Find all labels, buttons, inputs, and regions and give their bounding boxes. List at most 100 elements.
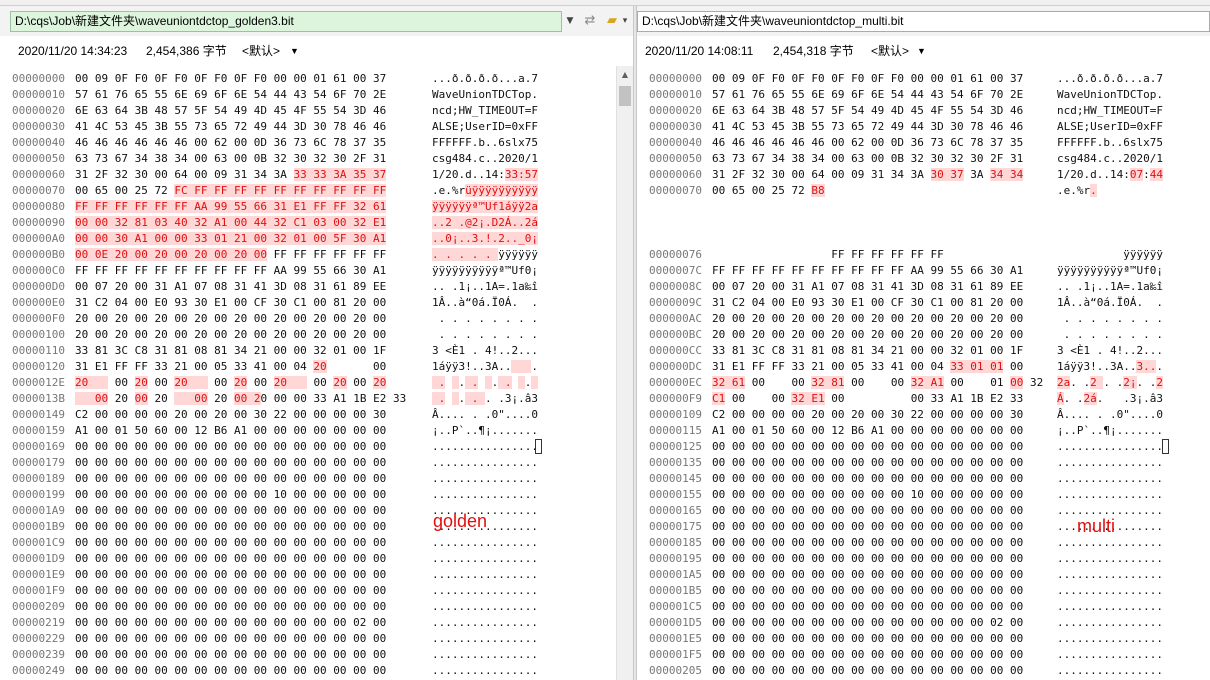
- encoding-chevron-icon[interactable]: ▼: [917, 38, 926, 64]
- row-ascii[interactable]: 3 <È1 . 4!..2...: [1057, 343, 1163, 359]
- scrollbar-thumb[interactable]: [619, 86, 631, 106]
- row-hex-bytes[interactable]: 00 00 00 00 00 00 00 00 00 00 00 00 00 0…: [712, 567, 1023, 583]
- row-hex-bytes[interactable]: 00 09 0F F0 0F F0 0F F0 0F F0 00 00 01 6…: [712, 71, 1023, 87]
- row-ascii[interactable]: ................: [1057, 487, 1163, 503]
- hex-row[interactable]: 00000010 57 61 76 65 55 6E 69 6F 6E 54 44…: [637, 87, 1210, 103]
- row-hex-bytes[interactable]: 00 00 00 00 00 00 00 00 00 00 00 00 00 0…: [75, 583, 386, 599]
- row-hex-bytes[interactable]: 00 0E 20 00 20 00 20 00 20 00 FF FF FF F…: [75, 247, 386, 263]
- row-hex-bytes[interactable]: 00 00 00 00 00 00 00 00 00 00 00 00 00 0…: [712, 631, 1023, 647]
- row-hex-bytes[interactable]: 32 61 00 00 32 81 00 00 32 A1 00 01 00 3…: [712, 375, 1043, 391]
- row-hex-bytes[interactable]: 00 00 30 A1 00 00 33 01 21 00 32 01 00 5…: [75, 231, 387, 247]
- row-ascii[interactable]: ÿÿÿÿÿÿª™Uf1áÿÿ2a: [432, 199, 538, 215]
- row-ascii[interactable]: ................: [432, 567, 538, 583]
- row-ascii[interactable]: Â.... . .0"....0: [1057, 407, 1163, 423]
- row-hex-bytes[interactable]: 00 00 00 00 00 00 00 00 00 00 00 00 00 0…: [712, 503, 1023, 519]
- hex-row[interactable]: 000000A0 00 00 30 A1 00 00 33 01 21 00 32…: [0, 231, 633, 247]
- hex-row[interactable]: 00000000 00 09 0F F0 0F F0 0F F0 0F F0 00…: [0, 71, 633, 87]
- row-ascii[interactable]: ................: [432, 599, 538, 615]
- row-ascii[interactable]: FFFFFF.b..6slx75: [432, 135, 538, 151]
- row-hex-bytes[interactable]: 00 00 00 00 00 00 00 00 00 00 00 00 00 0…: [75, 551, 386, 567]
- hex-row[interactable]: 000001C5 00 00 00 00 00 00 00 00 00 00 00…: [637, 599, 1210, 615]
- hex-row[interactable]: 00000100 20 00 20 00 20 00 20 00 20 00 20…: [0, 327, 633, 343]
- right-encoding-select[interactable]: <默认>: [871, 38, 909, 64]
- row-hex-bytes[interactable]: 00 00 00 00 00 00 00 00 00 00 00 00 00 0…: [75, 455, 386, 471]
- row-hex-bytes[interactable]: 00 00 00 00 00 00 00 00 00 00 00 00 00 0…: [75, 615, 386, 631]
- hex-row[interactable]: 00000155 00 00 00 00 00 00 00 00 00 00 10…: [637, 487, 1210, 503]
- row-hex-bytes[interactable]: 00 00 32 81 03 40 32 A1 00 44 32 C1 03 0…: [75, 215, 387, 231]
- hex-row[interactable]: 000000C0 FF FF FF FF FF FF FF FF FF FF AA…: [0, 263, 633, 279]
- row-hex-bytes[interactable]: 00 00 00 00 00 00 00 00 00 00 00 00 00 0…: [75, 599, 386, 615]
- row-ascii[interactable]: ÿÿÿÿÿÿÿÿÿÿª™Uf0¡: [1057, 263, 1163, 279]
- hex-row[interactable]: 00000125 00 00 00 00 00 00 00 00 00 00 00…: [637, 439, 1210, 455]
- hex-row[interactable]: 00000189 00 00 00 00 00 00 00 00 00 00 00…: [0, 471, 633, 487]
- row-hex-bytes[interactable]: FF FF FF FF FF FF AA 99 55 66 31 E1 FF F…: [75, 199, 387, 215]
- row-hex-bytes[interactable]: A1 00 01 50 60 00 12 B6 A1 00 00 00 00 0…: [75, 423, 386, 439]
- row-ascii[interactable]: 1Â..à“0á.Ï0Á. .: [1057, 295, 1163, 311]
- hex-row[interactable]: 00000110 33 81 3C C8 31 81 08 81 34 21 00…: [0, 343, 633, 359]
- row-ascii[interactable]: ................: [1057, 551, 1163, 567]
- hex-row[interactable]: 000000B0 00 0E 20 00 20 00 20 00 20 00 FF…: [0, 247, 633, 263]
- hex-row[interactable]: [637, 199, 1210, 215]
- hex-row[interactable]: 000000E0 31 C2 04 00 E0 93 30 E1 00 CF 30…: [0, 295, 633, 311]
- row-hex-bytes[interactable]: 00 00 00 00 00 00 00 00 00 00 00 00 00 0…: [712, 551, 1023, 567]
- hex-row[interactable]: 000000DC 31 E1 FF FF 33 21 00 05 33 41 00…: [637, 359, 1210, 375]
- hex-row[interactable]: 00000185 00 00 00 00 00 00 00 00 00 00 00…: [637, 535, 1210, 551]
- row-ascii[interactable]: ................: [432, 631, 538, 647]
- hex-row[interactable]: 00000050 63 73 67 34 38 34 00 63 00 0B 32…: [0, 151, 633, 167]
- row-hex-bytes[interactable]: 20 00 20 00 20 00 20 00 20 00 20 00 20 0…: [75, 327, 386, 343]
- hex-row[interactable]: 000000BC 20 00 20 00 20 00 20 00 20 00 20…: [637, 327, 1210, 343]
- row-hex-bytes[interactable]: 46 46 46 46 46 46 00 62 00 0D 36 73 6C 7…: [75, 135, 386, 151]
- row-hex-bytes[interactable]: 00 20 00 20 00 20 00 20 00 00 33 A1 1B E…: [75, 391, 406, 407]
- row-ascii[interactable]: ¡..P`..¶¡.......: [1057, 423, 1163, 439]
- row-ascii[interactable]: csg484.c..2020/1: [432, 151, 538, 167]
- row-ascii[interactable]: ÿÿÿÿÿÿÿÿÿÿª™Uf0¡: [432, 263, 538, 279]
- row-hex-bytes[interactable]: 00 00 00 00 00 00 00 00 00 00 00 00 00 0…: [75, 471, 386, 487]
- row-hex-bytes[interactable]: 00 00 00 00 00 00 00 00 00 00 00 00 00 0…: [712, 647, 1023, 663]
- hex-row[interactable]: 000001C9 00 00 00 00 00 00 00 00 00 00 00…: [0, 535, 633, 551]
- hex-row[interactable]: 000001D5 00 00 00 00 00 00 00 00 00 00 00…: [637, 615, 1210, 631]
- row-ascii[interactable]: . . . . . . . .: [432, 311, 538, 327]
- row-ascii[interactable]: ................: [1057, 615, 1163, 631]
- row-hex-bytes[interactable]: 00 00 00 00 00 00 00 00 00 00 00 00 00 0…: [712, 471, 1023, 487]
- row-ascii[interactable]: .e.%rüÿÿÿÿÿÿÿÿÿÿ: [432, 183, 538, 199]
- row-ascii[interactable]: ncd;HW_TIMEOUT=F: [432, 103, 538, 119]
- row-hex-bytes[interactable]: C1 00 00 32 E1 00 00 33 A1 1B E2 33: [712, 391, 1023, 407]
- row-ascii[interactable]: ................: [1057, 583, 1163, 599]
- hex-row[interactable]: 000001F9 00 00 00 00 00 00 00 00 00 00 00…: [0, 583, 633, 599]
- row-hex-bytes[interactable]: 00 00 00 00 00 00 00 00 00 00 00 00 00 0…: [712, 535, 1023, 551]
- row-ascii[interactable]: ..0¡..3.!.2.._0¡: [432, 231, 538, 247]
- row-ascii[interactable]: ...ð.ð.ð.ð...a.7: [1057, 71, 1163, 87]
- hex-row[interactable]: 00000010 57 61 76 65 55 6E 69 6F 6E 54 44…: [0, 87, 633, 103]
- row-ascii[interactable]: 1áÿÿ3!..3A..3...: [1057, 359, 1163, 375]
- hex-row[interactable]: 000001A9 00 00 00 00 00 00 00 00 00 00 00…: [0, 503, 633, 519]
- row-hex-bytes[interactable]: 00 07 20 00 31 A1 07 08 31 41 3D 08 31 6…: [75, 279, 386, 295]
- row-ascii[interactable]: WaveUnionTDCTop.: [1057, 87, 1163, 103]
- row-hex-bytes[interactable]: 00 00 00 00 00 00 00 00 00 00 00 00 00 0…: [712, 663, 1023, 679]
- hex-row[interactable]: 000001B5 00 00 00 00 00 00 00 00 00 00 00…: [637, 583, 1210, 599]
- row-hex-bytes[interactable]: A1 00 01 50 60 00 12 B6 A1 00 00 00 00 0…: [712, 423, 1023, 439]
- row-hex-bytes[interactable]: 00 00 00 00 00 00 00 00 00 00 00 00 00 0…: [75, 519, 386, 535]
- row-hex-bytes[interactable]: 00 00 00 00 00 00 00 00 00 00 00 00 00 0…: [75, 663, 386, 679]
- row-ascii[interactable]: Â.... . .0"....0: [432, 407, 538, 423]
- row-ascii[interactable]: ................: [432, 455, 538, 471]
- row-ascii[interactable]: .. .1¡..1A=.1a‰î: [1057, 279, 1163, 295]
- row-ascii[interactable]: ................: [1057, 567, 1163, 583]
- row-hex-bytes[interactable]: 31 E1 FF FF 33 21 00 05 33 41 00 04 33 0…: [712, 359, 1023, 375]
- row-ascii[interactable]: ................: [1057, 647, 1163, 663]
- row-hex-bytes[interactable]: 41 4C 53 45 3B 55 73 65 72 49 44 3D 30 7…: [712, 119, 1023, 135]
- row-ascii[interactable]: ................: [1057, 663, 1163, 679]
- hex-row[interactable]: 000001D9 00 00 00 00 00 00 00 00 00 00 00…: [0, 551, 633, 567]
- scroll-up-icon[interactable]: ▲: [617, 68, 633, 82]
- row-ascii[interactable]: ................: [432, 471, 538, 487]
- hex-row[interactable]: [637, 231, 1210, 247]
- chevron-down-icon[interactable]: ▼: [563, 11, 577, 32]
- row-hex-bytes[interactable]: 00 00 00 00 00 00 00 00 00 00 00 00 00 0…: [712, 583, 1023, 599]
- row-hex-bytes[interactable]: 33 81 3C C8 31 81 08 81 34 21 00 00 32 0…: [75, 343, 386, 359]
- folder-menu-chevron-icon[interactable]: ▾: [620, 11, 630, 32]
- row-ascii[interactable]: Á. .2á. .3¡.â3: [1057, 391, 1163, 407]
- hex-row[interactable]: 00000070 00 65 00 25 72 FC FF FF FF FF FF…: [0, 183, 633, 199]
- hex-row[interactable]: 000001E5 00 00 00 00 00 00 00 00 00 00 00…: [637, 631, 1210, 647]
- hex-row[interactable]: 00000169 00 00 00 00 00 00 00 00 00 00 00…: [0, 439, 633, 455]
- row-hex-bytes[interactable]: 63 73 67 34 38 34 00 63 00 0B 32 30 32 3…: [712, 151, 1023, 167]
- row-hex-bytes[interactable]: FF FF FF FF FF FF FF FF FF FF AA 99 55 6…: [712, 263, 1023, 279]
